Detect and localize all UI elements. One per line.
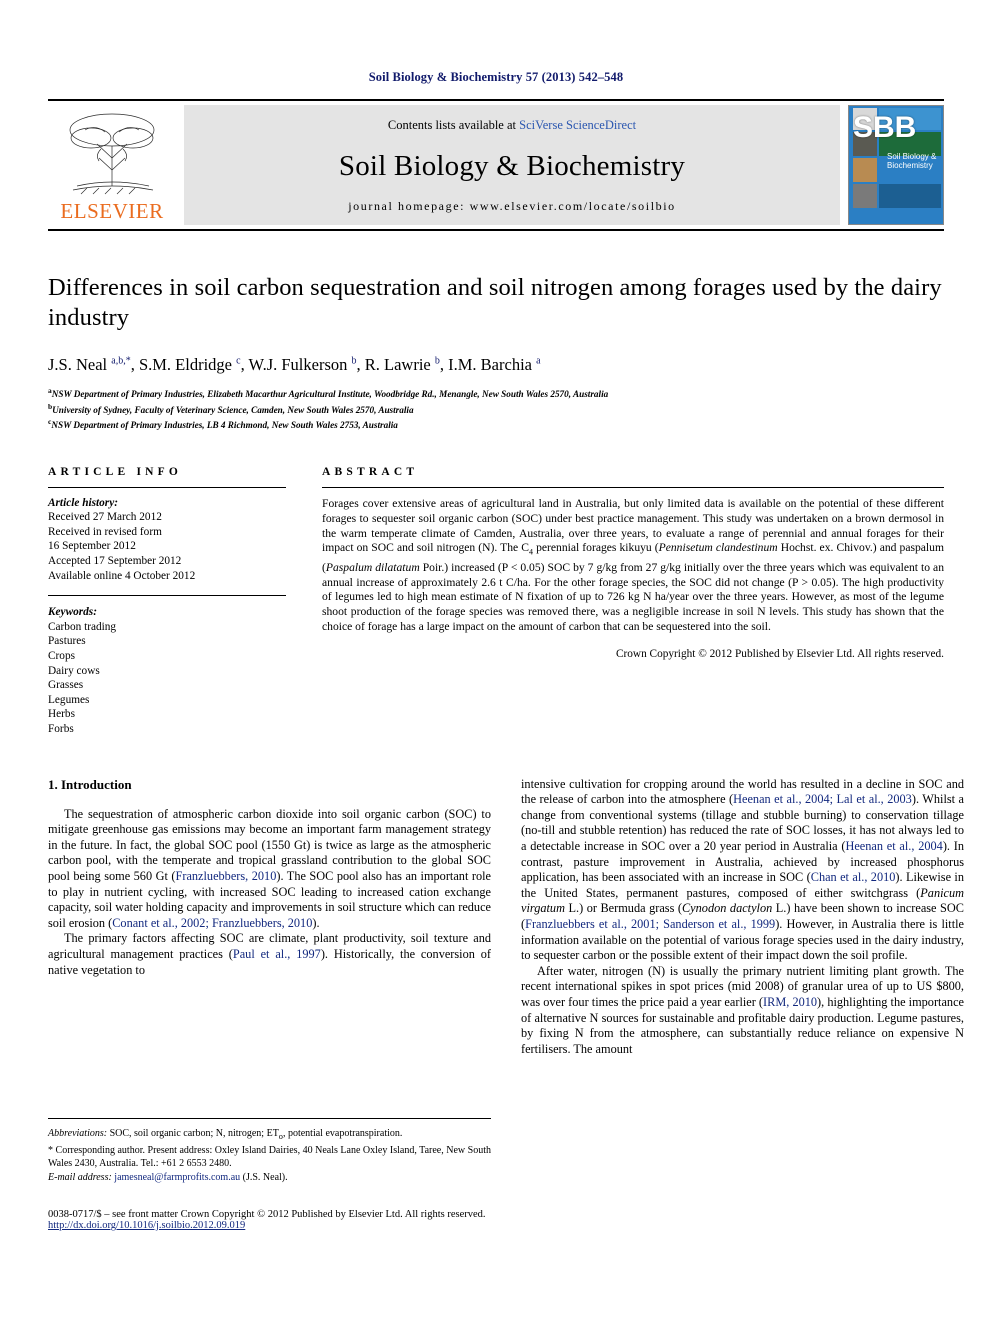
affiliation-a: aNSW Department of Primary Industries, E… [48,385,944,401]
journal-homepage[interactable]: journal homepage: www.elsevier.com/locat… [348,199,676,214]
footnotes-block: Abbreviations: SOC, soil organic carbon;… [48,1118,491,1185]
footnote-abbreviations: Abbreviations: SOC, soil organic carbon;… [48,1128,403,1141]
journal-cover-thumbnail: SBB Soil Biology & Biochemistry [848,105,944,225]
masthead-center: Contents lists available at SciVerse Sci… [184,105,840,225]
article-info-rule [48,486,286,488]
keyword-item: Herbs [48,708,75,721]
affiliation-b: bUniversity of Sydney, Faculty of Veteri… [48,401,944,417]
affiliation-text-c: NSW Department of Primary Industries, LB… [51,420,398,431]
article-history: Article history: Received 27 March 2012 … [48,496,286,584]
cover-title-line1: Soil Biology & [887,152,937,161]
info-abstract-block: ARTICLE INFO Article history: Received 2… [48,466,944,737]
contents-line: Contents lists available at SciVerse Sci… [388,118,636,133]
elsevier-logo: ELSEVIER [48,105,176,225]
journal-name: Soil Biology & Biochemistry [338,149,686,182]
keyword-item: Dairy cows [48,664,100,677]
sciencedirect-link[interactable]: SciVerse ScienceDirect [519,118,636,132]
abstract-copyright: Crown Copyright © 2012 Published by Else… [615,648,944,661]
elsevier-wordmark: ELSEVIER [60,199,164,223]
front-matter-line: 0038-0717/$ – see front matter Crown Cop… [48,1209,486,1220]
elsevier-tree-icon [69,113,155,195]
article-history-label: Article history: [48,496,118,509]
affiliation-text-b: University of Sydney, Faculty of Veterin… [52,404,414,415]
keywords-rule [48,595,286,597]
footnote-email: E-mail address: jamesneal@farmprofits.co… [48,1172,288,1183]
history-item: Received in revised form [48,525,162,538]
keyword-item: Forbs [48,723,74,735]
intro-paragraph: After water, nitrogen (N) is usually the… [521,963,964,1056]
keyword-item: Carbon trading [48,620,117,633]
abstract-heading: ABSTRACT [322,465,419,478]
history-item: 16 September 2012 [48,540,136,553]
journal-article-page: Soil Biology & Biochemistry 57 (2013) 54… [0,0,992,1323]
body-column-right: intensive cultivation for cropping aroun… [521,777,964,1058]
cover-title: Soil Biology & Biochemistry [887,152,936,170]
abstract-rule [322,486,944,488]
running-head: Soil Biology & Biochemistry 57 (2013) 54… [368,70,624,84]
intro-paragraph: The sequestration of atmospheric carbon … [48,806,491,930]
author-list: J.S. Neal a,b,*, S.M. Eldridge c, W.J. F… [48,355,541,374]
body-columns: 1. Introduction The sequestration of atm… [48,777,964,1058]
article-title: Differences in soil carbon sequestration… [48,274,942,331]
intro-paragraph: The primary factors affecting SOC are cl… [48,931,491,977]
affiliation-c: cNSW Department of Primary Industries, L… [48,416,944,432]
keyword-item: Legumes [48,693,90,706]
keyword-item: Pastures [48,635,86,648]
footnote-corresponding-author: * Corresponding author. Present address:… [48,1145,491,1169]
journal-masthead: ELSEVIER Contents lists available at Sci… [48,99,944,231]
affiliation-list: aNSW Department of Primary Industries, E… [48,385,944,432]
abstract-text: Forages cover extensive areas of agricul… [322,496,944,634]
history-item: Available online 4 October 2012 [48,569,196,582]
article-info-column: ARTICLE INFO Article history: Received 2… [48,466,286,737]
body-column-left: 1. Introduction The sequestration of atm… [48,777,491,1058]
cover-title-line2: Biochemistry [887,161,933,170]
page-footer: 0038-0717/$ – see front matter Crown Cop… [48,1209,944,1231]
article-info-heading: ARTICLE INFO [48,465,183,478]
doi-link[interactable]: http://dx.doi.org/10.1016/j.soilbio.2012… [48,1220,944,1231]
keyword-item: Crops [48,650,75,663]
affiliation-text-a: NSW Department of Primary Industries, El… [51,389,609,400]
section-heading-introduction: 1. Introduction [48,776,132,792]
intro-paragraph: intensive cultivation for cropping aroun… [521,776,964,963]
keywords-label: Keywords: [48,606,97,619]
keyword-list: Keywords: Carbon trading Pastures Crops … [48,605,286,736]
history-item: Accepted 17 September 2012 [48,555,182,568]
keyword-item: Grasses [48,679,84,692]
contents-prefix: Contents lists available at [387,118,520,132]
abstract-column: ABSTRACT Forages cover extensive areas o… [322,466,944,737]
cover-initials: SBB [853,111,917,144]
history-item: Received 27 March 2012 [48,511,162,524]
